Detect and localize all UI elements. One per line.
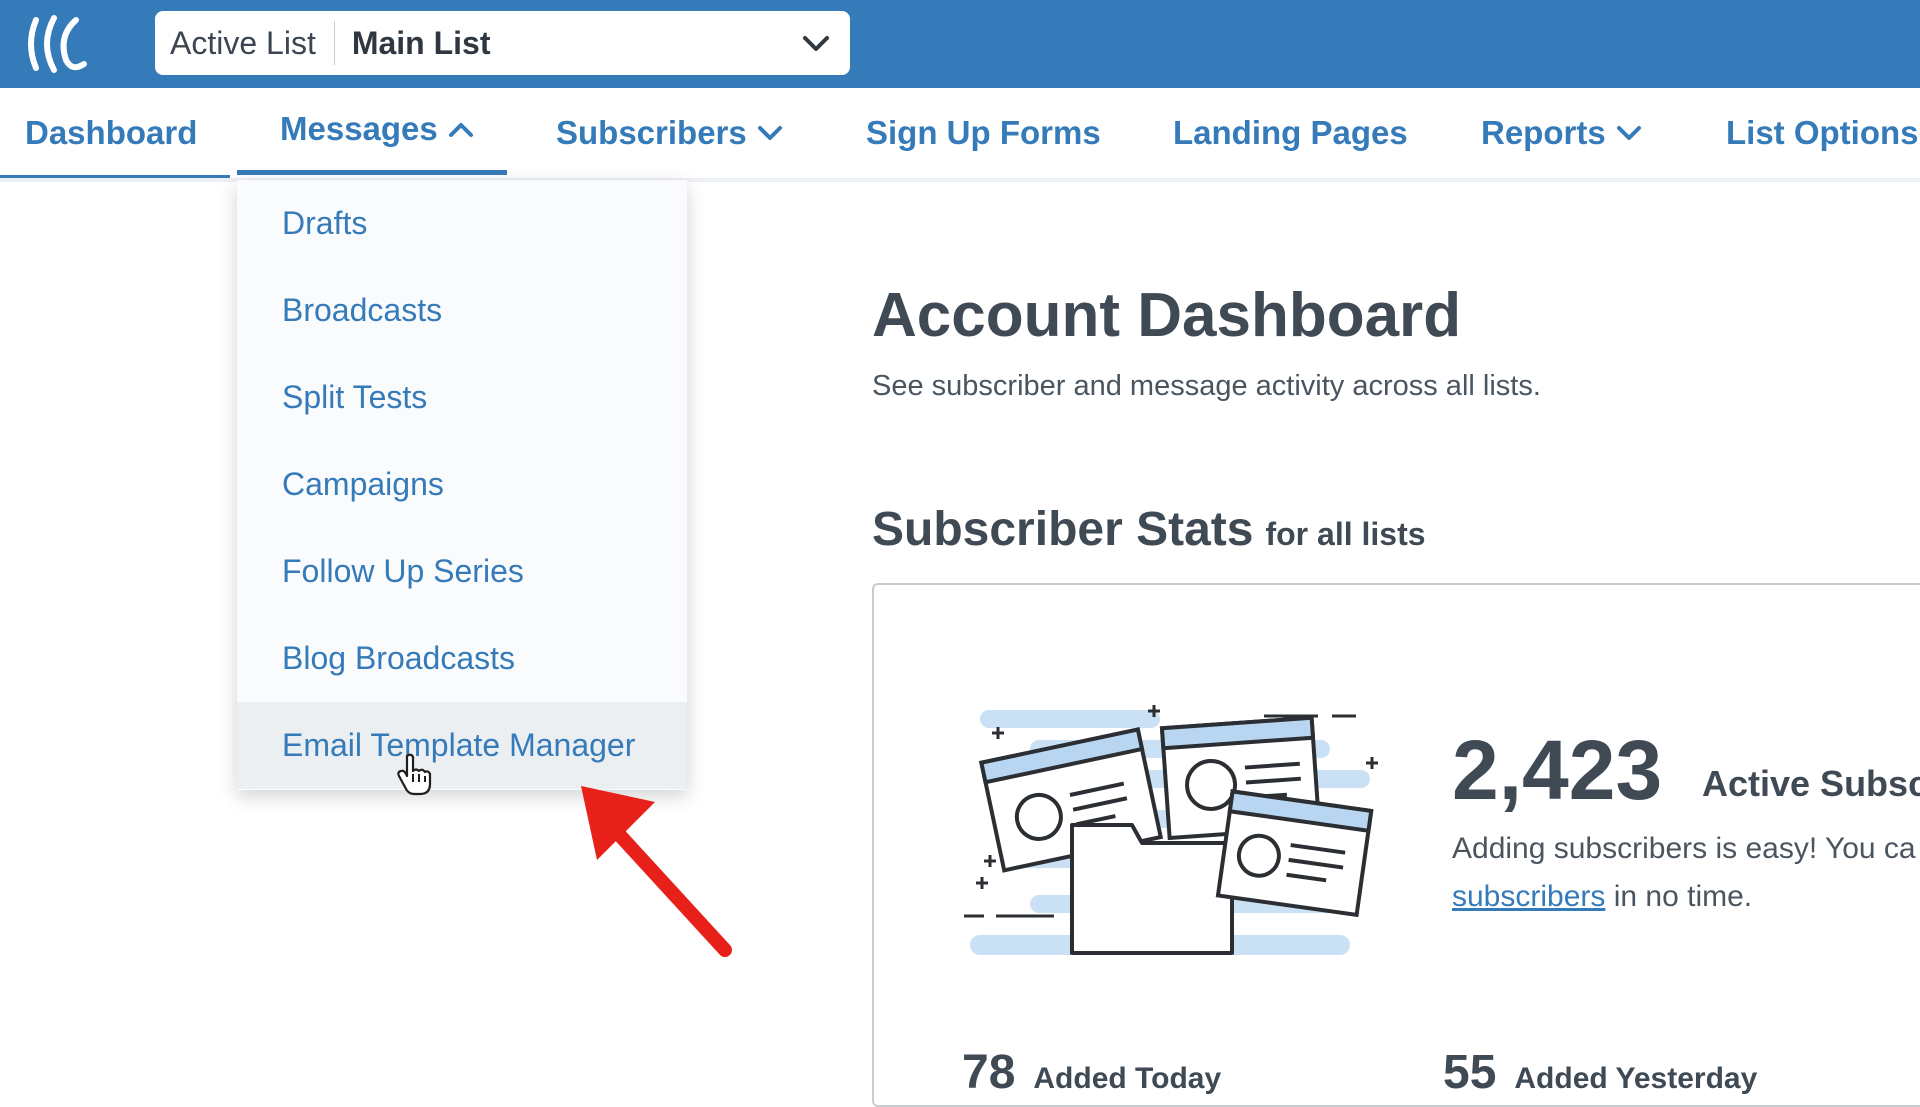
chevron-down-icon bbox=[1616, 126, 1641, 140]
menu-item-split-tests[interactable]: Split Tests bbox=[237, 354, 687, 441]
desc-rest: in no time. bbox=[1613, 880, 1753, 913]
nav-subscribers-label: Subscribers bbox=[556, 114, 747, 151]
menu-item-campaigns[interactable]: Campaigns bbox=[237, 441, 687, 528]
menu-item-follow-up-series[interactable]: Follow Up Series bbox=[237, 528, 687, 615]
nav-dashboard-label: Dashboard bbox=[25, 114, 198, 151]
subscriber-folder-illustration bbox=[964, 705, 1378, 955]
stats-title: Subscriber Stats bbox=[872, 503, 1254, 556]
nav-sign-up-forms-label: Sign Up Forms bbox=[866, 114, 1101, 151]
added-today-value: 78 bbox=[962, 1046, 1016, 1099]
main-nav: Dashboard Messages Subscribers Sign Up F… bbox=[0, 88, 1920, 182]
subscriber-stats-heading: Subscriber Stats for all lists bbox=[872, 502, 1426, 557]
menu-item-email-template-manager[interactable]: Email Template Manager bbox=[237, 702, 687, 789]
menu-item-drafts[interactable]: Drafts bbox=[237, 180, 687, 267]
nav-sign-up-forms[interactable]: Sign Up Forms bbox=[866, 88, 1101, 178]
nav-dashboard-underline bbox=[0, 175, 230, 178]
added-yesterday-value: 55 bbox=[1443, 1046, 1497, 1099]
red-arrow-annotation-icon bbox=[581, 786, 732, 957]
added-today-label: Added Today bbox=[1033, 1062, 1222, 1095]
active-list-selector[interactable]: Active List Main List bbox=[155, 11, 850, 75]
chevron-down-icon bbox=[757, 126, 782, 140]
menu-item-broadcasts[interactable]: Broadcasts bbox=[237, 267, 687, 354]
nav-reports[interactable]: Reports bbox=[1481, 88, 1642, 178]
nav-messages-label: Messages bbox=[280, 110, 438, 147]
nav-messages[interactable]: Messages bbox=[237, 88, 507, 175]
aweber-logo-icon[interactable] bbox=[24, 12, 94, 76]
active-list-value: Main List bbox=[351, 24, 491, 61]
chevron-down-icon bbox=[803, 36, 829, 51]
nav-list-options-label: List Options bbox=[1726, 114, 1919, 151]
nav-subscribers[interactable]: Subscribers bbox=[556, 88, 783, 178]
nav-reports-label: Reports bbox=[1481, 114, 1606, 151]
nav-list-options[interactable]: List Options bbox=[1726, 88, 1919, 178]
stats-subtitle: for all lists bbox=[1265, 516, 1426, 552]
added-today-stat: 78 Added Today bbox=[962, 1045, 1221, 1100]
menu-item-blog-broadcasts[interactable]: Blog Broadcasts bbox=[237, 615, 687, 702]
active-list-label: Active List bbox=[170, 24, 316, 61]
chevron-up-icon bbox=[448, 123, 473, 137]
active-subscribers-label: Active Subsc bbox=[1702, 763, 1920, 804]
page-subtitle: See subscriber and message activity acro… bbox=[872, 370, 1541, 402]
add-subscribers-description-line2: subscribers in no time. bbox=[1452, 880, 1752, 914]
nav-landing-pages[interactable]: Landing Pages bbox=[1173, 88, 1408, 178]
messages-dropdown-menu: Drafts Broadcasts Split Tests Campaigns … bbox=[237, 180, 687, 790]
subscribers-link[interactable]: subscribers bbox=[1452, 880, 1605, 913]
add-subscribers-description: Adding subscribers is easy! You ca bbox=[1452, 832, 1916, 865]
added-yesterday-label: Added Yesterday bbox=[1514, 1062, 1758, 1095]
top-bar: Active List Main List bbox=[0, 0, 1920, 88]
hand-cursor-icon bbox=[397, 753, 432, 796]
nav-landing-pages-label: Landing Pages bbox=[1173, 114, 1408, 151]
nav-dashboard[interactable]: Dashboard bbox=[0, 88, 230, 178]
page-title: Account Dashboard bbox=[872, 281, 1462, 350]
active-subscribers-count: 2,423 bbox=[1452, 723, 1663, 817]
added-yesterday-stat: 55 Added Yesterday bbox=[1443, 1045, 1757, 1100]
